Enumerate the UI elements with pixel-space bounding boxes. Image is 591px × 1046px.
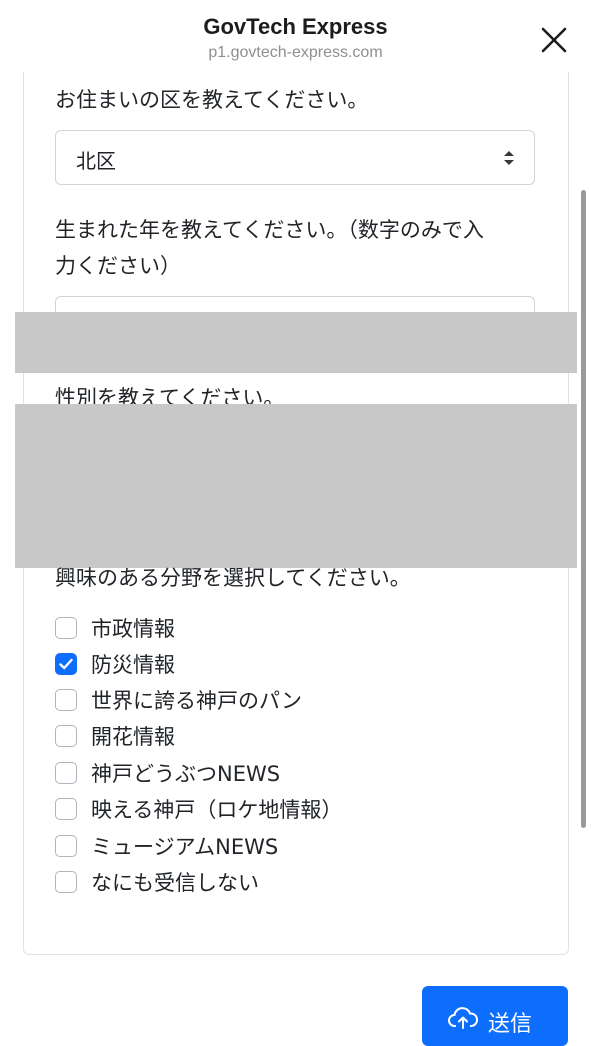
page-url: p1.govtech-express.com <box>208 44 383 61</box>
interest-question-label: 興味のある分野を選択してください。 <box>55 566 411 590</box>
interest-option-label: 神戸どうぶつNEWS <box>91 762 281 786</box>
checkbox[interactable] <box>55 871 77 893</box>
interest-option-label: 映える神戸（ロケ地情報） <box>91 798 343 822</box>
interest-option-0[interactable]: 市政情報 <box>55 613 175 643</box>
interest-option-6[interactable]: ミュージアムNEWS <box>55 831 278 861</box>
interest-option-label: 防災情報 <box>91 653 175 677</box>
ward-question-label: お住まいの区を教えてください。 <box>55 88 369 112</box>
close-icon <box>541 27 567 53</box>
checkbox[interactable] <box>55 617 77 639</box>
birth-year-question-line2: 力ください） <box>55 254 181 278</box>
interest-option-label: 世界に誇る神戸のパン <box>91 689 303 713</box>
scrollbar[interactable] <box>581 190 586 828</box>
interest-option-label: 市政情報 <box>91 617 175 641</box>
sheet-header: GovTech Express p1.govtech-express.com <box>0 0 591 72</box>
cloud-upload-icon <box>448 1007 478 1029</box>
interest-option-2[interactable]: 世界に誇る神戸のパン <box>55 685 302 715</box>
interest-option-7[interactable]: なにも受信しない <box>55 867 259 897</box>
ward-select[interactable]: 北区 <box>55 130 535 185</box>
checkbox[interactable] <box>55 689 77 711</box>
interest-option-label: ミュージアムNEWS <box>91 835 279 859</box>
redaction-block <box>15 312 577 373</box>
select-arrows-icon <box>504 151 514 165</box>
interest-option-1[interactable]: 防災情報 <box>55 649 175 679</box>
interest-option-label: なにも受信しない <box>91 871 259 895</box>
checkbox[interactable] <box>55 835 77 857</box>
checkbox[interactable] <box>55 762 77 784</box>
ward-select-value: 北区 <box>76 149 116 173</box>
interest-option-5[interactable]: 映える神戸（ロケ地情報） <box>55 794 342 824</box>
birth-year-question-line1: 生まれた年を教えてください。（数字のみで入 <box>55 218 484 242</box>
check-icon <box>59 658 73 670</box>
app-title: GovTech Express <box>203 14 388 39</box>
interest-option-label: 開花情報 <box>91 725 175 749</box>
close-button[interactable] <box>534 20 574 60</box>
submit-button-label: 送信 <box>488 1012 533 1037</box>
redaction-block <box>15 404 577 568</box>
checkbox[interactable] <box>55 725 77 747</box>
checkbox[interactable] <box>55 798 77 820</box>
interest-option-3[interactable]: 開花情報 <box>55 721 175 751</box>
interest-option-4[interactable]: 神戸どうぶつNEWS <box>55 758 280 788</box>
checkbox-checked[interactable] <box>55 653 77 675</box>
submit-button[interactable]: 送信 <box>422 986 568 1046</box>
